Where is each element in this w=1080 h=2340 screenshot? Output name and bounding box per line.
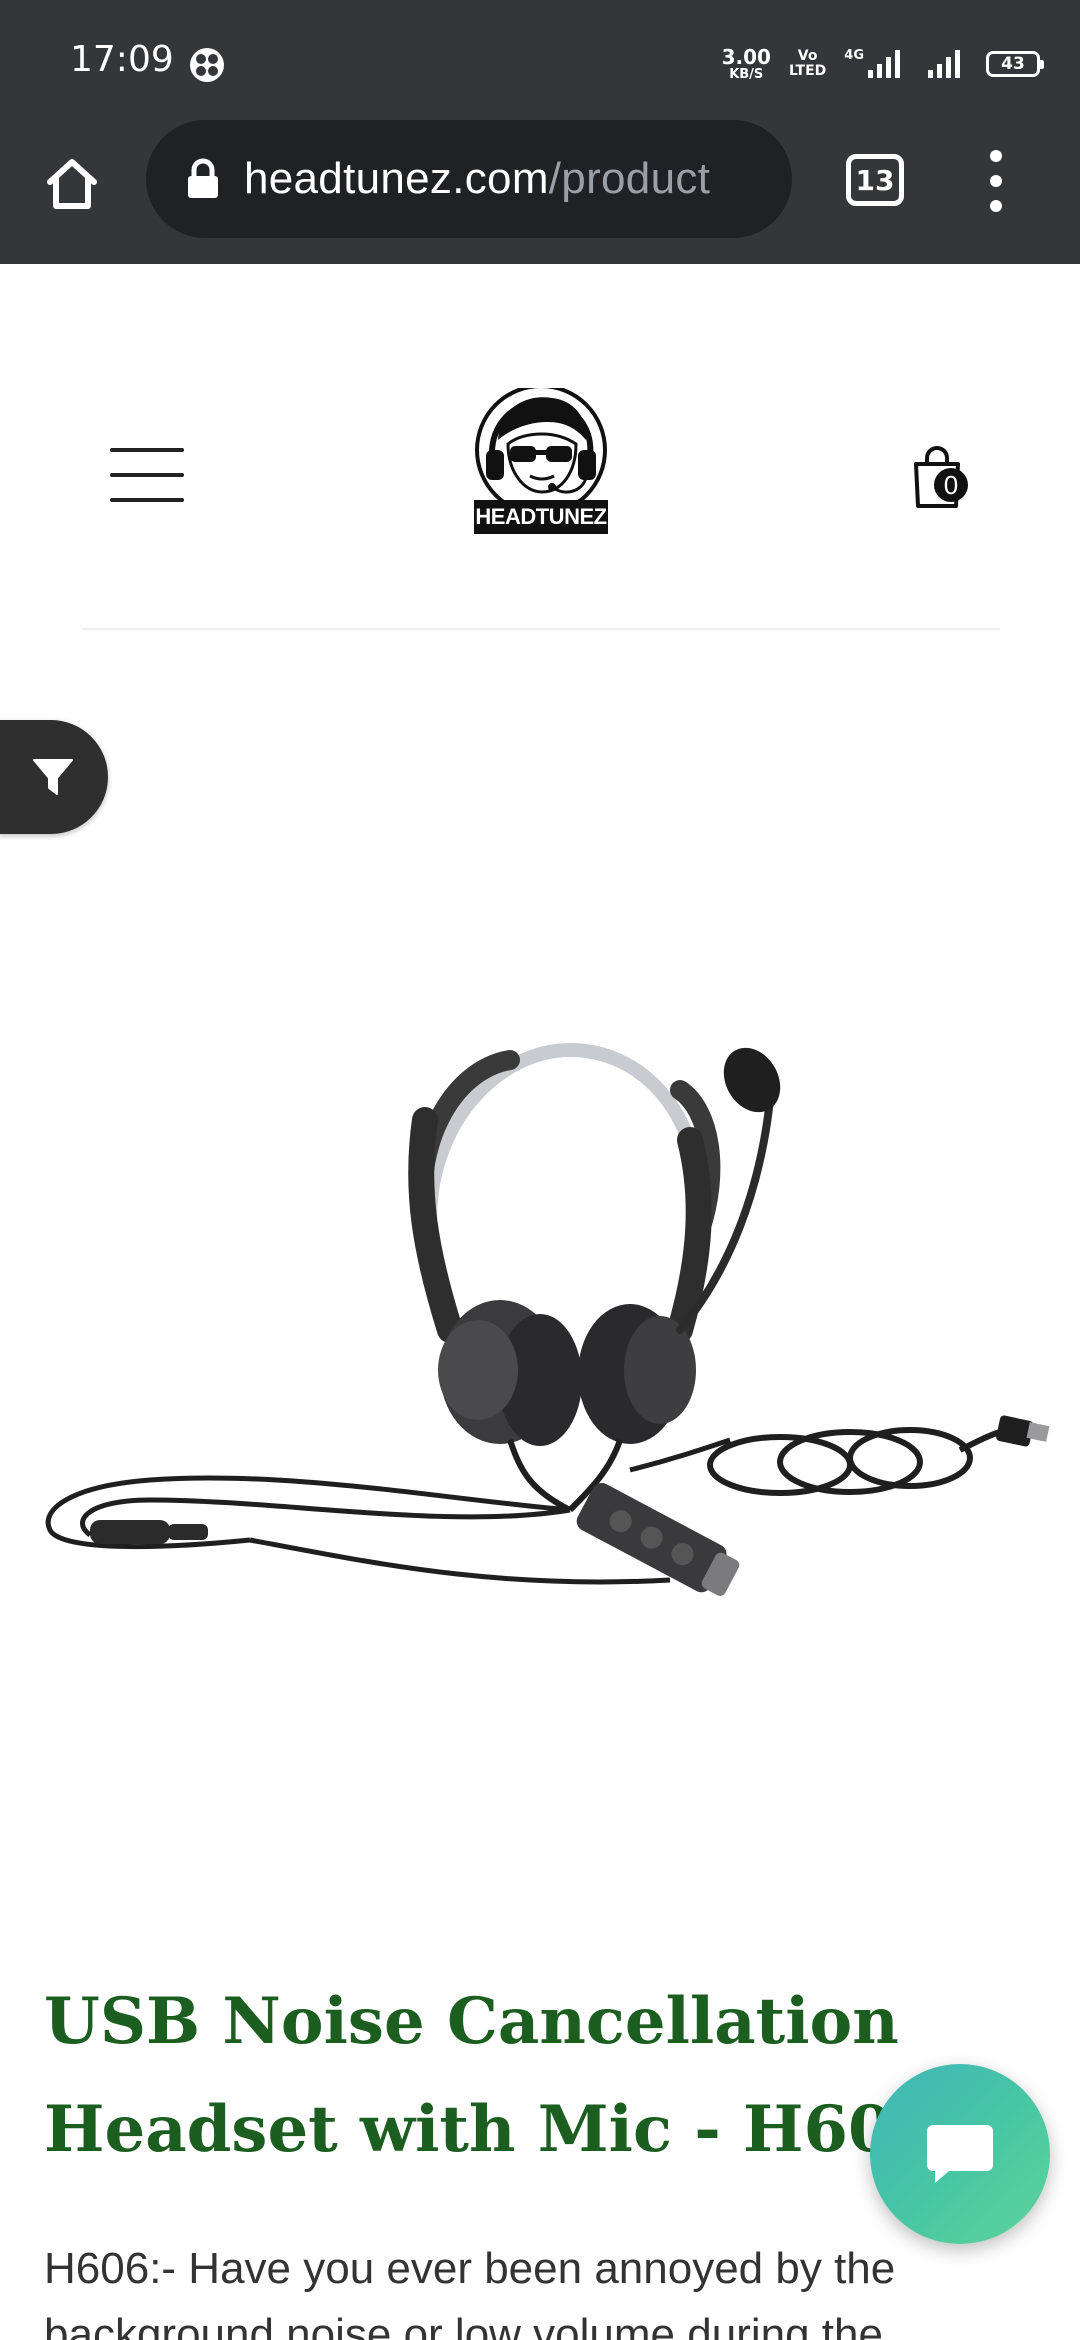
- url-path: /product: [548, 154, 711, 203]
- filter-button[interactable]: [0, 720, 108, 834]
- more-dot-icon: [990, 200, 1002, 212]
- hamburger-menu-button[interactable]: [110, 448, 184, 502]
- signal-4g-icon: 4G: [844, 48, 906, 80]
- status-bar: 17:09 3.00 KB/S Vo LTED 4G 43: [0, 0, 1080, 120]
- signal-bars-2-icon: [928, 50, 960, 78]
- logo-text: HEADTUNEZ: [474, 500, 608, 534]
- app-notification-icon: [190, 48, 224, 82]
- more-dot-icon: [990, 175, 1002, 187]
- hamburger-line: [110, 473, 184, 477]
- status-time: 17:09: [70, 39, 174, 80]
- header-divider: [82, 628, 1000, 630]
- cart-count-badge: 0: [934, 468, 968, 502]
- volte-indicator: Vo LTED: [789, 49, 826, 79]
- battery-icon: 43: [986, 51, 1044, 77]
- url-bar[interactable]: headtunez.com/product: [146, 120, 792, 238]
- chat-button[interactable]: [870, 2064, 1050, 2244]
- tab-count: 13: [855, 163, 895, 197]
- home-icon: [47, 159, 97, 209]
- hamburger-line: [110, 498, 184, 502]
- cart-button[interactable]: 0: [912, 444, 972, 514]
- browser-toolbar: headtunez.com/product 13: [0, 120, 1080, 264]
- network-speed-unit: KB/S: [729, 67, 764, 82]
- battery-level: 43: [1001, 54, 1025, 74]
- network-speed: 3.00 KB/S: [722, 47, 771, 81]
- url-domain: headtunez.com: [244, 154, 549, 203]
- product-description: H606:- Have you ever been annoyed by the…: [44, 2244, 896, 2340]
- tab-switcher-button[interactable]: 13: [846, 154, 904, 206]
- volte-top: Vo: [797, 48, 818, 64]
- signal-bars-icon: [868, 50, 900, 78]
- url-text: headtunez.com/product: [244, 154, 774, 204]
- chat-bubble-icon: [927, 2125, 993, 2183]
- home-button[interactable]: [36, 148, 108, 220]
- logo-face-icon: [475, 384, 607, 516]
- site-logo[interactable]: HEADTUNEZ: [468, 384, 614, 540]
- more-options-button[interactable]: [976, 150, 1016, 212]
- product-image[interactable]: [30, 1030, 1050, 1630]
- volte-bottom: LTED: [788, 63, 827, 79]
- network-type: 4G: [844, 48, 864, 63]
- more-dot-icon: [990, 150, 1002, 162]
- filter-funnel-icon: [33, 759, 73, 795]
- lock-icon: [188, 158, 218, 198]
- hamburger-line: [110, 448, 184, 452]
- status-icons: 3.00 KB/S Vo LTED 4G 43: [722, 44, 1044, 84]
- product-title: USB Noise Cancellation Headset with Mic …: [44, 1984, 938, 2167]
- network-speed-value: 3.00: [721, 45, 771, 69]
